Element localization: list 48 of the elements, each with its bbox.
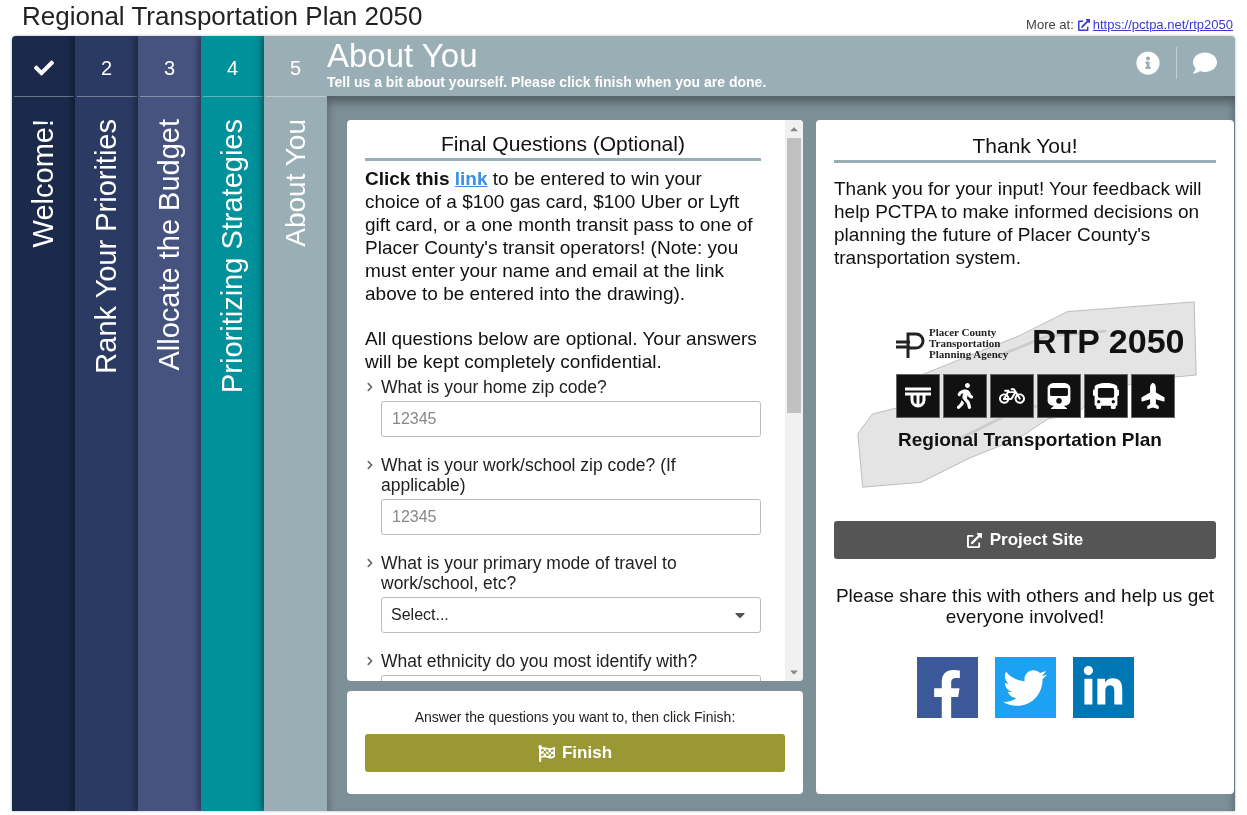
zip-input[interactable]: 12345 — [381, 499, 761, 535]
select-field[interactable]: Select... — [381, 597, 761, 633]
step-number: 2 — [100, 56, 113, 81]
linkedin-icon[interactable] — [1072, 657, 1134, 718]
twitter-icon[interactable] — [994, 657, 1056, 718]
note-text: All questions below are optional. Your answers will be kept completely confidential. — [365, 327, 758, 373]
more-at-label: More at: — [1026, 17, 1074, 32]
finish-prompt: Answer the questions you want to, then click Finish: — [414, 709, 736, 725]
step-label: Allocate the Budget — [153, 119, 186, 371]
step-number: 3 — [163, 56, 176, 81]
scrollbar[interactable] — [785, 120, 803, 681]
share-text: Please share this with others and help us get everyone involved! — [834, 585, 1216, 627]
intro-text: Click this link to be entered to win your choice of a $100 gas card, $100 Uber or Lyft gift card, or a one month transit pass to one of Placer County's transit operators! (Note: you must enter your name and email at the link above to be entered into the drawing). — [365, 167, 754, 305]
section-subtitle: Tell us a bit about yourself. Please click finish when you are done. — [327, 74, 767, 90]
question-label: What is your work/school zip code? (If applicable) — [381, 455, 677, 495]
step-tab[interactable]: Welcome! — [12, 36, 75, 811]
step-label: Welcome! — [27, 119, 60, 248]
step-label: Prioritizing Strategies — [216, 119, 249, 393]
info-icon[interactable] — [1136, 51, 1160, 75]
step-label: About You — [279, 119, 312, 247]
step-number: 4 — [226, 56, 239, 81]
comment-icon[interactable] — [1193, 51, 1217, 75]
question-label: What is your primary mode of travel to work/school, etc? — [381, 553, 678, 593]
facebook-icon[interactable] — [916, 657, 978, 718]
panel-title: Thank You! — [834, 134, 1216, 163]
logo-subtitle: Regional Transportation Plan — [898, 429, 1162, 451]
section-title: About You — [327, 38, 479, 74]
step-label: Rank Your Priorities — [90, 119, 123, 374]
panel-title: Final Questions (Optional) — [365, 132, 761, 161]
external-link-icon — [1077, 18, 1090, 31]
step-tab[interactable]: 3 Allocate the Budget — [138, 36, 201, 811]
question-label: What ethnicity do you most identify with? — [381, 651, 699, 671]
airplane-icon — [1140, 383, 1166, 409]
website-link[interactable]: https://pctpa.net/rtp2050 — [1077, 17, 1233, 32]
page-title: Regional Transportation Plan 2050 — [22, 1, 423, 32]
step-number: 5 — [289, 56, 302, 81]
external-link-icon — [966, 532, 982, 548]
train-icon — [1046, 383, 1072, 409]
logo-title: RTP 2050 — [1032, 322, 1185, 361]
step-tab[interactable]: 4 Prioritizing Strategies — [201, 36, 264, 811]
zip-input[interactable]: 12345 — [381, 401, 761, 437]
bus-icon — [1093, 383, 1119, 409]
project-site-button[interactable]: Project Site — [834, 521, 1216, 559]
step-tab[interactable]: 2 Rank Your Priorities — [75, 36, 138, 811]
agency-name: Placer County Transportation Planning Agency — [929, 327, 1010, 360]
thanks-message: Thank you for your input! Your feedback will help PCTPA to make informed decisions on planning the future of Placer County's transportation system. — [834, 177, 1203, 269]
checkered-flag-icon — [537, 744, 555, 762]
question-label: What is your home zip code? — [381, 377, 608, 397]
